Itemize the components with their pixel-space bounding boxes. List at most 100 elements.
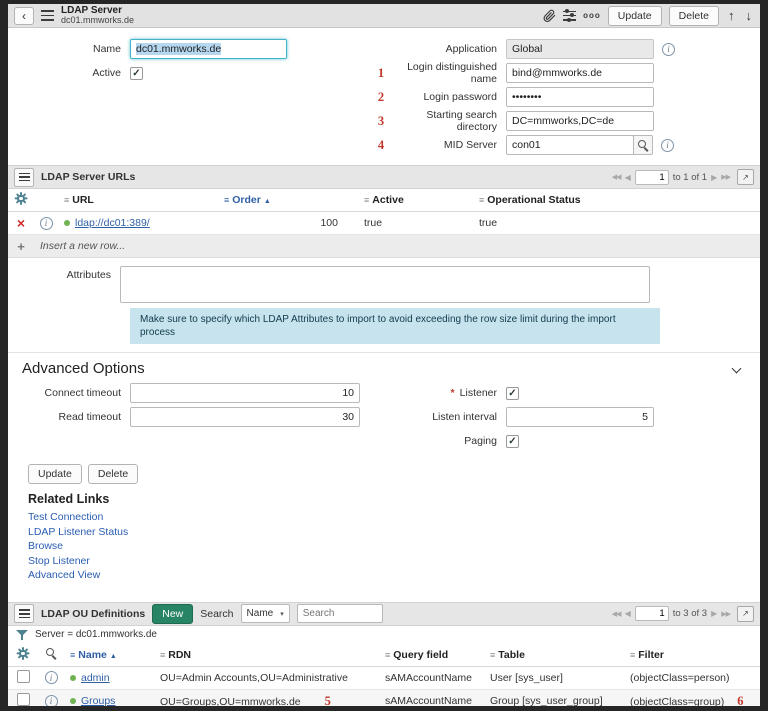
attachment-icon[interactable]: [543, 9, 556, 23]
name-column-header[interactable]: ≡Name▲: [64, 644, 154, 667]
ou-name-link[interactable]: Groups: [81, 695, 115, 706]
delete-row-icon[interactable]: ×: [17, 215, 25, 231]
last-page-icon[interactable]: ▶▶: [721, 173, 730, 181]
page-range-label: to 1 of 1: [673, 172, 707, 183]
column-menu-icon[interactable]: ≡: [224, 195, 229, 205]
column-menu-icon[interactable]: ≡: [70, 650, 75, 660]
scroll-down-icon[interactable]: ↓: [744, 8, 755, 23]
login-dn-input[interactable]: [506, 63, 654, 83]
first-page-icon[interactable]: ◀◀: [612, 610, 621, 618]
link-stop-listener[interactable]: Stop Listener: [28, 555, 760, 568]
search-icon[interactable]: [45, 647, 57, 659]
filter-icon[interactable]: [16, 629, 28, 641]
active-label: Active: [18, 67, 130, 79]
search-field-select[interactable]: Name ▾: [241, 604, 290, 623]
mid-server-info-icon[interactable]: i: [661, 139, 674, 152]
attributes-textarea[interactable]: [120, 266, 650, 303]
row-checkbox[interactable]: [17, 670, 30, 683]
column-menu-icon[interactable]: ≡: [160, 650, 165, 660]
prev-page-icon[interactable]: ◀: [625, 609, 631, 618]
row-info-icon[interactable]: i: [40, 217, 53, 230]
search-directory-label: Starting search directory: [394, 109, 506, 133]
urls-list-title: LDAP Server URLs: [41, 171, 135, 183]
last-page-icon[interactable]: ▶▶: [721, 610, 730, 618]
update-button[interactable]: Update: [608, 6, 662, 26]
ou-list-expand-button[interactable]: ↗: [737, 606, 754, 622]
scroll-up-icon[interactable]: ↑: [726, 8, 737, 23]
query-field-column-header[interactable]: ≡Query field: [379, 644, 484, 667]
filter-column-header[interactable]: ≡Filter: [624, 644, 760, 667]
delete-button[interactable]: Delete: [669, 6, 719, 26]
form-title-block: LDAP Server dc01.mmworks.de: [61, 5, 134, 26]
add-row-icon[interactable]: +: [17, 239, 25, 254]
annotation-2: 2: [368, 90, 394, 105]
filter-cell: (objectClass=person): [624, 666, 760, 689]
login-password-field-row: 2 Login password: [368, 85, 760, 109]
delete-button-bottom[interactable]: Delete: [88, 464, 138, 484]
search-directory-input[interactable]: [506, 111, 654, 131]
active-column-header[interactable]: ≡Active: [358, 189, 473, 212]
ldap-server-urls-list: LDAP Server URLs ◀◀ ◀ to 1 of 1 ▶ ▶▶ ↗ ≡…: [8, 165, 760, 258]
page-number-input[interactable]: [635, 170, 669, 185]
mid-server-lookup-button[interactable]: [633, 135, 653, 155]
more-options-icon[interactable]: ooo: [583, 11, 601, 20]
read-timeout-input[interactable]: [130, 407, 360, 427]
login-password-label: Login password: [394, 91, 506, 103]
chevron-down-icon[interactable]: [732, 364, 742, 374]
first-page-icon[interactable]: ◀◀: [612, 173, 621, 181]
rdn-column-header[interactable]: ≡RDN: [154, 644, 379, 667]
column-menu-icon[interactable]: ≡: [630, 650, 635, 660]
sort-ascending-icon: ▲: [110, 653, 117, 660]
mid-server-input[interactable]: [506, 135, 634, 155]
back-button[interactable]: ‹: [14, 7, 34, 25]
gear-icon[interactable]: [17, 647, 30, 660]
insert-row-label[interactable]: Insert a new row...: [34, 235, 760, 258]
connect-timeout-input[interactable]: [130, 383, 360, 403]
url-column-header[interactable]: ≡URL: [58, 189, 218, 212]
update-button-bottom[interactable]: Update: [28, 464, 82, 484]
url-link[interactable]: ldap://dc01:389/: [75, 217, 150, 229]
advanced-options-section: Advanced Options Connect timeout Read ti…: [8, 352, 760, 455]
form-context-menu-icon[interactable]: [41, 10, 54, 21]
attributes-hint: Make sure to specify which LDAP Attribut…: [130, 308, 660, 344]
ou-name-link[interactable]: admin: [81, 672, 110, 684]
search-input[interactable]: [297, 604, 383, 623]
column-menu-icon[interactable]: ≡: [490, 650, 495, 660]
next-page-icon[interactable]: ▶: [711, 609, 717, 618]
gear-icon[interactable]: [15, 192, 28, 205]
page-number-input[interactable]: [635, 606, 669, 621]
name-input[interactable]: dc01.mmworks.de: [130, 39, 287, 59]
column-menu-icon[interactable]: ≡: [364, 195, 369, 205]
page-subtitle: dc01.mmworks.de: [61, 16, 134, 26]
link-browse[interactable]: Browse: [28, 540, 760, 553]
link-ldap-listener-status[interactable]: LDAP Listener Status: [28, 526, 760, 539]
column-menu-icon[interactable]: ≡: [385, 650, 390, 660]
urls-list-expand-button[interactable]: ↗: [737, 169, 754, 185]
row-info-icon[interactable]: i: [45, 671, 58, 684]
paging-checkbox[interactable]: ✓: [506, 435, 519, 448]
active-checkbox[interactable]: ✓: [130, 67, 143, 80]
application-info-icon[interactable]: i: [662, 43, 675, 56]
insert-row[interactable]: + Insert a new row...: [8, 235, 760, 258]
link-advanced-view[interactable]: Advanced View: [28, 569, 760, 582]
prev-page-icon[interactable]: ◀: [625, 173, 631, 182]
table-column-header[interactable]: ≡Table: [484, 644, 624, 667]
new-button[interactable]: New: [152, 604, 193, 624]
row-checkbox[interactable]: [17, 693, 30, 706]
urls-list-context-menu-icon[interactable]: [14, 168, 34, 187]
listener-checkbox[interactable]: ✓: [506, 387, 519, 400]
column-menu-icon[interactable]: ≡: [479, 195, 484, 205]
row-info-icon[interactable]: i: [45, 695, 58, 706]
query-field-cell: sAMAccountName: [379, 666, 484, 689]
advanced-options-header[interactable]: Advanced Options: [8, 353, 760, 377]
link-test-connection[interactable]: Test Connection: [28, 511, 760, 524]
order-column-header[interactable]: ≡Order▲: [218, 189, 358, 212]
personalize-form-icon[interactable]: [563, 10, 576, 22]
column-menu-icon[interactable]: ≡: [64, 195, 69, 205]
status-column-header[interactable]: ≡Operational Status: [473, 189, 760, 212]
listen-interval-input[interactable]: [506, 407, 654, 427]
next-page-icon[interactable]: ▶: [711, 173, 717, 182]
filter-condition[interactable]: Server = dc01.mmworks.de: [35, 629, 157, 640]
login-password-input[interactable]: [506, 87, 654, 107]
ou-list-context-menu-icon[interactable]: [14, 604, 34, 623]
